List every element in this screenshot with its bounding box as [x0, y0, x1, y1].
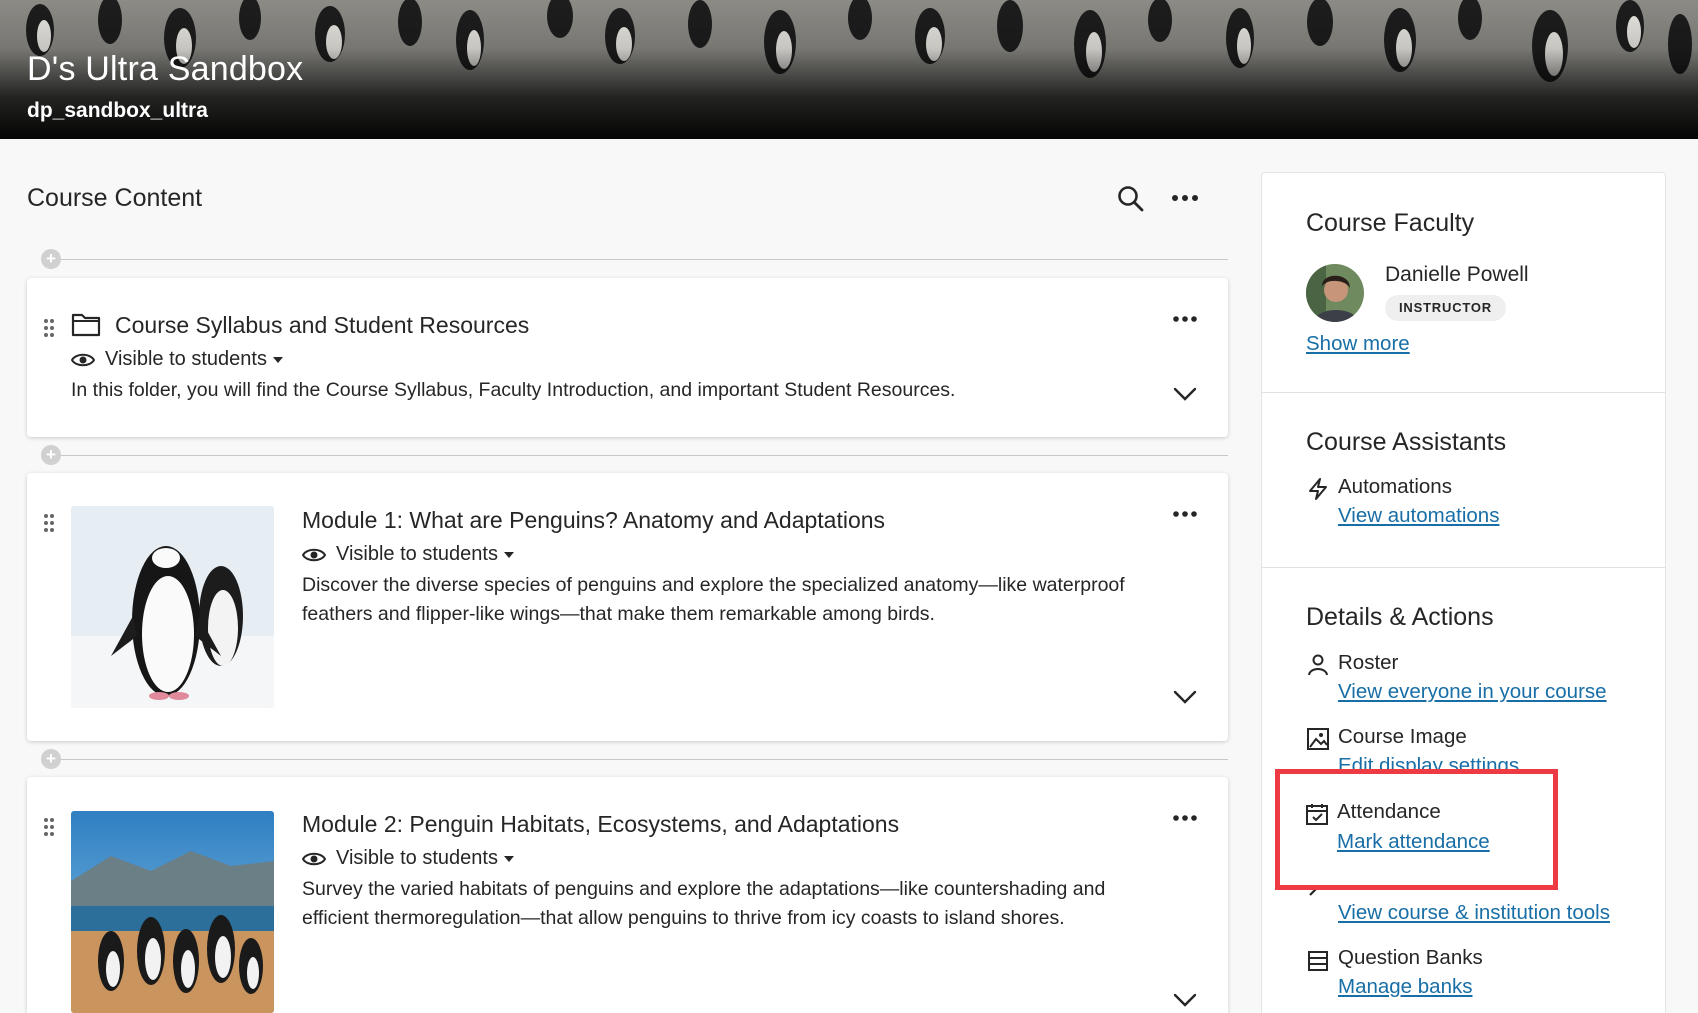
- drag-handle-icon[interactable]: [43, 318, 55, 338]
- content-item-title[interactable]: Module 1: What are Penguins? Anatomy and…: [302, 507, 885, 534]
- course-id: dp_sandbox_ultra: [27, 99, 208, 122]
- content-item-description: Discover the diverse species of penguins…: [302, 574, 1125, 625]
- question-banks-label: Question Banks: [1338, 946, 1483, 969]
- course-assistants-heading: Course Assistants: [1306, 428, 1507, 456]
- content-item-folder[interactable]: Course Syllabus and Student Resources Vi…: [27, 278, 1228, 437]
- course-content-heading: Course Content: [27, 184, 203, 212]
- chevron-down-icon[interactable]: [1172, 386, 1198, 402]
- visibility-dropdown[interactable]: Visible to students: [302, 543, 524, 566]
- visibility-label: Visible to students: [105, 348, 267, 370]
- attendance-highlight-box: Attendance Mark attendance: [1275, 769, 1558, 890]
- add-content-button[interactable]: +: [41, 249, 61, 269]
- caret-down-icon: [272, 356, 283, 363]
- more-options-icon[interactable]: [1170, 188, 1200, 208]
- attendance-label: Attendance: [1337, 800, 1441, 823]
- caret-down-icon: [503, 855, 514, 862]
- search-icon[interactable]: [1116, 184, 1146, 214]
- content-item-description: Survey the varied habitats of penguins a…: [302, 878, 1106, 929]
- course-image-icon: [1307, 728, 1329, 750]
- roster-label: Roster: [1338, 651, 1399, 674]
- content-item-title[interactable]: Module 2: Penguin Habitats, Ecosystems, …: [302, 811, 899, 838]
- content-divider: [42, 759, 1228, 760]
- visibility-label: Visible to students: [336, 543, 498, 565]
- content-item-module[interactable]: Module 2: Penguin Habitats, Ecosystems, …: [27, 777, 1228, 1013]
- course-faculty-heading: Course Faculty: [1306, 209, 1475, 237]
- show-more-link[interactable]: Show more: [1306, 332, 1410, 356]
- eye-icon: [302, 548, 326, 561]
- question-banks-icon: [1308, 951, 1328, 971]
- chevron-down-icon[interactable]: [1172, 689, 1198, 705]
- mark-attendance-link[interactable]: Mark attendance: [1337, 830, 1490, 854]
- automations-label: Automations: [1338, 475, 1452, 498]
- visibility-dropdown[interactable]: Visible to students: [71, 348, 293, 371]
- eye-icon: [302, 852, 326, 865]
- visibility-dropdown[interactable]: Visible to students: [302, 847, 524, 870]
- content-item-description: In this folder, you will find the Course…: [71, 379, 956, 401]
- more-options-icon[interactable]: [1172, 509, 1198, 519]
- calendar-icon: [1306, 804, 1328, 825]
- eye-icon: [71, 353, 95, 366]
- folder-icon: [71, 313, 101, 337]
- manage-banks-link[interactable]: Manage banks: [1338, 975, 1472, 999]
- view-tools-link[interactable]: View course & institution tools: [1338, 901, 1610, 925]
- faculty-name[interactable]: Danielle Powell: [1385, 263, 1529, 287]
- content-divider: [42, 455, 1228, 456]
- lightning-bolt-icon: [1309, 478, 1327, 500]
- more-options-icon[interactable]: [1172, 314, 1198, 324]
- avatar[interactable]: [1306, 264, 1364, 322]
- course-banner: D's Ultra Sandbox dp_sandbox_ultra: [0, 0, 1698, 139]
- add-content-button[interactable]: +: [41, 749, 61, 769]
- content-item-module[interactable]: Module 1: What are Penguins? Anatomy and…: [27, 473, 1228, 741]
- chevron-down-icon[interactable]: [1172, 992, 1198, 1008]
- more-options-icon[interactable]: [1172, 813, 1198, 823]
- caret-down-icon: [503, 551, 514, 558]
- details-actions-heading: Details & Actions: [1306, 603, 1494, 631]
- view-roster-link[interactable]: View everyone in your course: [1338, 680, 1607, 704]
- course-title: D's Ultra Sandbox: [27, 50, 304, 88]
- module-thumbnail-image: [71, 506, 274, 708]
- view-automations-link[interactable]: View automations: [1338, 504, 1499, 528]
- add-content-button[interactable]: +: [41, 445, 61, 465]
- module-thumbnail-image: [71, 811, 274, 1013]
- drag-handle-icon[interactable]: [43, 817, 55, 837]
- content-divider: [42, 259, 1228, 260]
- role-badge: INSTRUCTOR: [1385, 295, 1506, 321]
- content-item-title[interactable]: Course Syllabus and Student Resources: [115, 312, 529, 339]
- course-image-label: Course Image: [1338, 725, 1467, 748]
- roster-icon: [1308, 654, 1328, 676]
- visibility-label: Visible to students: [336, 847, 498, 869]
- drag-handle-icon[interactable]: [43, 513, 55, 533]
